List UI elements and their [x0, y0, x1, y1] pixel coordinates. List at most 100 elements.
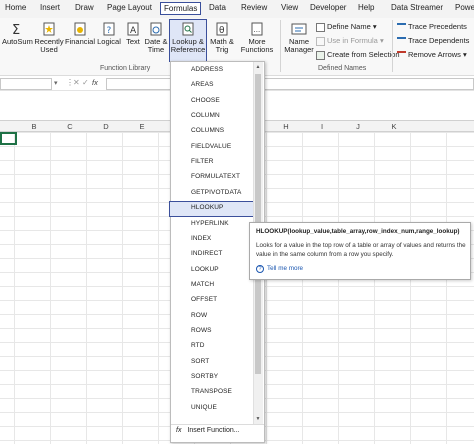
use-in-formula-label: Use in Formula — [327, 36, 378, 45]
date-time-button[interactable]: Date & Time — [144, 22, 168, 54]
dropdown-item-transpose[interactable]: TRANSPOSE — [191, 388, 232, 395]
dropdown-item-getpivotdata[interactable]: GETPIVOTDATA — [191, 189, 241, 196]
dropdown-item-choose[interactable]: CHOOSE — [191, 97, 220, 104]
ribbon-separator — [280, 20, 281, 72]
dropdown-item-rows[interactable]: ROWS — [191, 327, 212, 334]
tab-data[interactable]: Data — [209, 3, 226, 12]
svg-text:Σ: Σ — [12, 23, 20, 36]
theta-book-icon: θ — [216, 22, 228, 36]
tab-help[interactable]: Help — [358, 3, 374, 12]
dropdown-item-lookup[interactable]: LOOKUP — [191, 266, 219, 273]
use-in-formula-button[interactable]: Use in Formula ▾ — [316, 36, 384, 46]
dropdown-item-row[interactable]: ROW — [191, 312, 207, 319]
defined-names-group-label: Defined Names — [318, 65, 367, 72]
column-header-d[interactable]: D — [88, 122, 124, 131]
dropdown-item-rtd[interactable]: RTD — [191, 342, 205, 349]
name-tag-icon — [291, 23, 307, 35]
dropdown-item-column[interactable]: COLUMN — [191, 112, 220, 119]
recently-used-button[interactable]: Recently Used — [34, 22, 64, 54]
define-name-label: Define Name — [327, 22, 371, 31]
dropdown-item-unique[interactable]: UNIQUE — [191, 404, 217, 411]
text-book-icon: A — [127, 22, 139, 36]
remove-arrows-button[interactable]: Remove Arrows ▾ — [397, 50, 467, 60]
math-trig-button[interactable]: θ Math & Trig — [208, 22, 236, 54]
coins-book-icon — [74, 22, 86, 36]
cancel-icon[interactable]: ✕ — [73, 78, 80, 87]
dropdown-divider — [171, 424, 264, 425]
trace-dependents-icon — [397, 36, 406, 46]
dropdown-item-indirect[interactable]: INDIRECT — [191, 250, 223, 257]
tell-me-more-link[interactable]: ? Tell me more — [256, 265, 303, 273]
text-button[interactable]: A Text — [122, 22, 144, 46]
ribbon-tab-bar: Home Insert Draw Page Layout Formulas Da… — [0, 0, 474, 18]
define-name-button[interactable]: Define Name ▾ — [316, 22, 377, 32]
help-circle-icon: ? — [256, 265, 264, 273]
logical-button[interactable]: ? Logical — [96, 22, 122, 46]
dropdown-item-formulatext[interactable]: FORMULATEXT — [191, 173, 240, 180]
column-header-j[interactable]: J — [340, 122, 376, 131]
column-header-b[interactable]: B — [16, 122, 52, 131]
tooltip-description: Looks for a value in the top row of a ta… — [256, 242, 466, 258]
insert-function-fx-icon[interactable]: fx — [92, 78, 98, 87]
dropdown-item-hlookup[interactable]: HLOOKUP — [191, 204, 224, 211]
autosum-button[interactable]: Σ AutoSum — [2, 22, 33, 46]
dropdown-item-offset[interactable]: OFFSET — [191, 296, 217, 303]
dropdown-item-index[interactable]: INDEX — [191, 235, 211, 242]
column-header-c[interactable]: C — [52, 122, 88, 131]
column-header-e[interactable]: E — [124, 122, 160, 131]
insert-function-menu-item[interactable]: fx Insert Function... — [176, 427, 240, 434]
tab-developer[interactable]: Developer — [310, 3, 346, 12]
tab-data-streamer[interactable]: Data Streamer — [391, 3, 443, 12]
scroll-up-arrow-icon[interactable]: ▲ — [255, 64, 261, 70]
trace-dependents-label: Trace Dependents — [408, 36, 470, 45]
tab-insert[interactable]: Insert — [40, 3, 60, 12]
namebox-dropdown-icon[interactable]: ▾ — [54, 79, 58, 87]
dropdown-item-columns[interactable]: COLUMNS — [191, 127, 224, 134]
tag-icon — [316, 22, 325, 32]
tooltip-signature: HLOOKUP(lookup_value,table_array,row_ind… — [256, 228, 460, 235]
dropdown-item-match[interactable]: MATCH — [191, 281, 214, 288]
enter-check-icon[interactable]: ✓ — [82, 78, 89, 87]
name-manager-label-2: Manager — [284, 45, 314, 54]
clock-book-icon — [150, 22, 162, 36]
dropdown-item-address[interactable]: ADDRESS — [191, 66, 223, 73]
autosum-label: AutoSum — [2, 37, 33, 46]
tab-formulas[interactable]: Formulas — [160, 2, 202, 15]
name-box[interactable] — [0, 78, 52, 90]
scroll-down-arrow-icon[interactable]: ▼ — [255, 416, 261, 422]
dropdown-item-sortby[interactable]: SORTBY — [191, 373, 218, 380]
name-manager-button[interactable]: Name Manager — [283, 22, 315, 54]
selected-cell[interactable] — [0, 132, 17, 145]
lookup-reference-button[interactable]: Lookup & Reference — [169, 19, 207, 62]
dropdown-item-filter[interactable]: FILTER — [191, 158, 214, 165]
date-time-label-2: Time — [147, 45, 165, 54]
trace-dependents-button[interactable]: Trace Dependents — [397, 36, 469, 46]
tab-page-layout[interactable]: Page Layout — [107, 3, 152, 12]
dropdown-item-areas[interactable]: AREAS — [191, 81, 214, 88]
formula-input[interactable] — [106, 78, 474, 90]
dropdown-item-hyperlink[interactable]: HYPERLINK — [191, 220, 229, 227]
function-tooltip: HLOOKUP(lookup_value,table_array,row_ind… — [249, 222, 471, 280]
remove-arrows-label: Remove Arrows — [408, 50, 461, 59]
column-header-h[interactable]: H — [268, 122, 304, 131]
column-header-k[interactable]: K — [376, 122, 412, 131]
trace-precedents-label: Trace Precedents — [408, 22, 467, 31]
dropdown-item-sort[interactable]: SORT — [191, 358, 209, 365]
text-label: Text — [126, 37, 140, 46]
fx-small-icon — [316, 36, 325, 46]
more-book-icon: ... — [251, 22, 263, 36]
tab-view[interactable]: View — [281, 3, 298, 12]
tab-review[interactable]: Review — [241, 3, 267, 12]
sigma-icon: Σ — [12, 23, 20, 36]
financial-button[interactable]: Financial — [64, 22, 96, 46]
dropdown-item-fieldvalue[interactable]: FIELDVALUE — [191, 143, 231, 150]
function-library-group-label: Function Library — [100, 65, 151, 72]
tab-home[interactable]: Home — [5, 3, 26, 12]
tab-power[interactable]: Powe — [455, 3, 474, 12]
trace-precedents-button[interactable]: Trace Precedents — [397, 22, 467, 32]
svg-text:θ: θ — [219, 26, 225, 36]
more-functions-button[interactable]: ... More Functions — [238, 22, 276, 54]
column-header-i[interactable]: I — [304, 122, 340, 131]
create-from-selection-button[interactable]: Create from Selection — [316, 50, 400, 60]
tab-draw[interactable]: Draw — [75, 3, 94, 12]
